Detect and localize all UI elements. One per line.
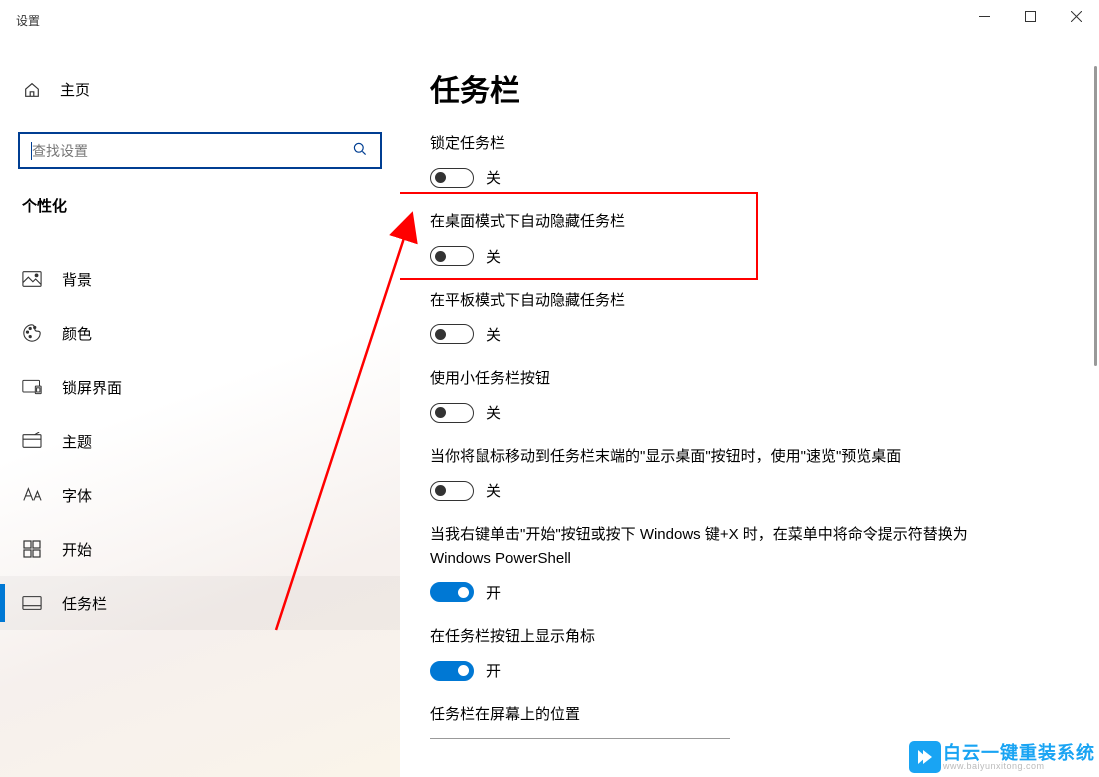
dropdown-placeholder[interactable] (430, 738, 730, 739)
sidebar-item-colors[interactable]: 颜色 (0, 306, 400, 360)
settings-list: 锁定任务栏 关 在桌面模式下自动隐藏任务栏 关 在平板模式下自动隐藏任务栏 (430, 132, 1099, 739)
home-label: 主页 (60, 79, 90, 100)
sidebar-item-label: 开始 (62, 539, 92, 560)
setting-label: 当你将鼠标移动到任务栏末端的"显示桌面"按钮时，使用"速览"预览桌面 (430, 445, 990, 468)
setting-label: 锁定任务栏 (430, 132, 990, 155)
home-link[interactable]: 主页 (0, 71, 400, 108)
setting-peek-preview: 当你将鼠标移动到任务栏末端的"显示桌面"按钮时，使用"速览"预览桌面 关 (430, 445, 1059, 501)
main-content: 任务栏 锁定任务栏 关 在桌面模式下自动隐藏任务栏 关 在平板模式下自动隐藏任务… (400, 0, 1099, 777)
scrollbar[interactable] (1094, 66, 1097, 366)
sidebar: 设置 主页 个性化 背景 (0, 0, 400, 777)
sidebar-item-label: 字体 (62, 485, 92, 506)
sidebar-item-label: 主题 (62, 431, 92, 452)
sidebar-item-label: 背景 (62, 269, 92, 290)
start-icon (22, 539, 42, 559)
toggle-state-text: 关 (486, 480, 501, 501)
titlebar (961, 0, 1099, 32)
setting-autohide-desktop: 在桌面模式下自动隐藏任务栏 关 (430, 210, 1059, 266)
nav-list: 背景 颜色 锁屏界面 主题 (0, 252, 400, 630)
toggle-switch[interactable] (430, 168, 474, 188)
maximize-button[interactable] (1007, 0, 1053, 32)
toggle-state-text: 开 (486, 660, 501, 681)
sidebar-item-label: 锁屏界面 (62, 377, 122, 398)
picture-icon (22, 269, 42, 289)
category-title: 个性化 (0, 169, 400, 226)
toggle-state-text: 关 (486, 167, 501, 188)
minimize-button[interactable] (961, 0, 1007, 32)
setting-label: 在任务栏按钮上显示角标 (430, 625, 990, 648)
text-cursor (31, 142, 32, 160)
app-title: 设置 (0, 0, 400, 29)
taskbar-icon (22, 593, 42, 613)
toggle-switch[interactable] (430, 324, 474, 344)
theme-icon (22, 431, 42, 451)
toggle-switch[interactable] (430, 246, 474, 266)
toggle-state-text: 关 (486, 402, 501, 423)
setting-label: 使用小任务栏按钮 (430, 367, 990, 390)
setting-small-buttons: 使用小任务栏按钮 关 (430, 367, 1059, 423)
toggle-switch[interactable] (430, 403, 474, 423)
sidebar-item-taskbar[interactable]: 任务栏 (0, 576, 400, 630)
sidebar-item-font[interactable]: 字体 (0, 468, 400, 522)
search-box[interactable] (18, 132, 382, 169)
sidebar-item-background[interactable]: 背景 (0, 252, 400, 306)
sidebar-item-lockscreen[interactable]: 锁屏界面 (0, 360, 400, 414)
search-icon (352, 141, 368, 160)
toggle-switch[interactable] (430, 661, 474, 681)
toggle-state-text: 关 (486, 246, 501, 267)
lockscreen-icon (22, 377, 42, 397)
toggle-switch[interactable] (430, 582, 474, 602)
setting-label: 当我右键单击"开始"按钮或按下 Windows 键+X 时，在菜单中将命令提示符… (430, 523, 990, 570)
toggle-state-text: 开 (486, 582, 501, 603)
home-icon (22, 80, 42, 100)
setting-autohide-tablet: 在平板模式下自动隐藏任务栏 关 (430, 289, 1059, 345)
setting-label: 在平板模式下自动隐藏任务栏 (430, 289, 990, 312)
sidebar-item-label: 颜色 (62, 323, 92, 344)
sidebar-item-start[interactable]: 开始 (0, 522, 400, 576)
sidebar-item-label: 任务栏 (62, 593, 107, 614)
setting-label: 在桌面模式下自动隐藏任务栏 (430, 210, 990, 233)
close-button[interactable] (1053, 0, 1099, 32)
toggle-state-text: 关 (486, 324, 501, 345)
setting-badges: 在任务栏按钮上显示角标 开 (430, 625, 1059, 681)
toggle-switch[interactable] (430, 481, 474, 501)
font-icon (22, 485, 42, 505)
setting-taskbar-position: 任务栏在屏幕上的位置 (430, 703, 1059, 739)
highlight-annotation (400, 192, 758, 280)
palette-icon (22, 323, 42, 343)
setting-lock-taskbar: 锁定任务栏 关 (430, 132, 1059, 188)
setting-label: 任务栏在屏幕上的位置 (430, 703, 990, 726)
sidebar-item-theme[interactable]: 主题 (0, 414, 400, 468)
setting-powershell: 当我右键单击"开始"按钮或按下 Windows 键+X 时，在菜单中将命令提示符… (430, 523, 1059, 603)
search-input[interactable] (32, 143, 352, 159)
